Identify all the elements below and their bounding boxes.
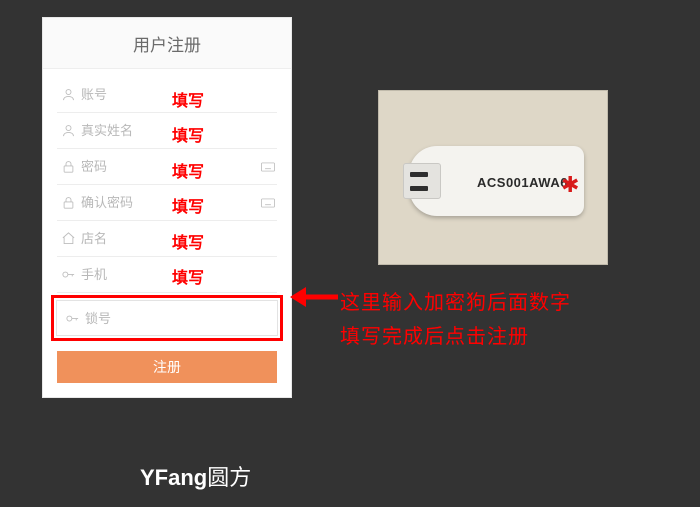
- brand-cn: 圆方: [207, 465, 251, 490]
- brand: YFang圆方: [140, 460, 251, 492]
- register-button[interactable]: 注册: [57, 351, 277, 383]
- usb-hole: [410, 172, 428, 177]
- store-row: [57, 221, 277, 257]
- panel-title: 用户注册: [43, 18, 291, 69]
- annot-phone: 填写: [172, 264, 204, 288]
- annot-store: 填写: [172, 229, 204, 253]
- password-row: [57, 149, 277, 185]
- account-row: [57, 77, 277, 113]
- dongle-photo: ACS001AWA6 ✱: [378, 90, 608, 265]
- lock-icon: [57, 159, 79, 174]
- keyboard-icon[interactable]: [259, 162, 277, 172]
- dongle-label: ACS001AWA6: [477, 175, 568, 190]
- confirm-input[interactable]: [79, 195, 259, 210]
- brand-en: YFang: [140, 465, 207, 490]
- key-icon: [61, 311, 83, 326]
- note-line-2: 填写完成后点击注册: [340, 320, 529, 349]
- home-icon: [57, 231, 79, 246]
- user-icon: [57, 87, 79, 102]
- annot-confirm: 填写: [172, 193, 204, 217]
- dongle-usb: [403, 163, 441, 199]
- register-panel: 用户注册: [42, 17, 292, 398]
- lock-row: [56, 300, 278, 336]
- annot-realname: 填写: [172, 122, 204, 146]
- censor-mark: ✱: [561, 172, 579, 190]
- panel-body: 注册: [43, 69, 291, 397]
- note-line-1: 这里输入加密狗后面数字: [340, 286, 571, 315]
- lock-highlight: [51, 295, 283, 341]
- annot-password: 填写: [172, 158, 204, 182]
- usb-hole: [410, 186, 428, 191]
- key-icon: [57, 267, 79, 282]
- lock-input[interactable]: [83, 311, 273, 326]
- keyboard-icon[interactable]: [259, 198, 277, 208]
- user-icon: [57, 123, 79, 138]
- password-input[interactable]: [79, 159, 259, 174]
- realname-row: [57, 113, 277, 149]
- confirm-row: [57, 185, 277, 221]
- arrow-icon: [290, 282, 338, 312]
- phone-row: [57, 257, 277, 293]
- annot-account: 填写: [172, 87, 204, 111]
- dongle-body: ACS001AWA6 ✱: [409, 146, 584, 216]
- lock-icon: [57, 195, 79, 210]
